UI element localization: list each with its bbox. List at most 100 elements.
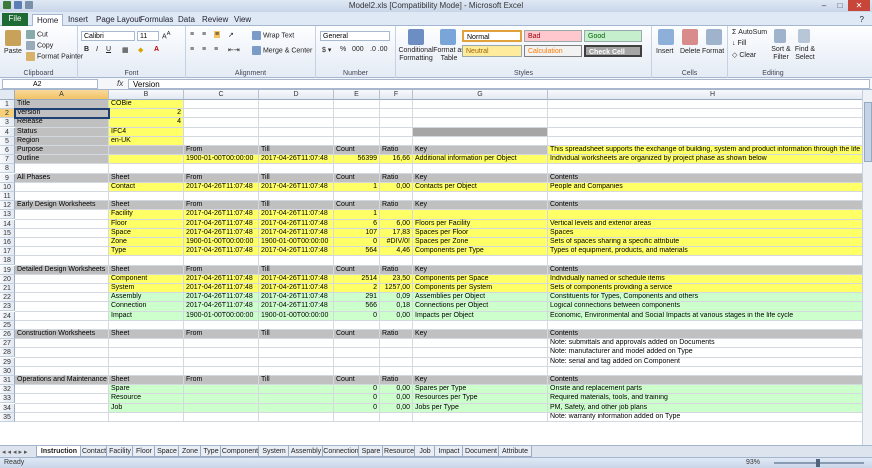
cell[interactable]: 564 [334,247,380,257]
cell[interactable] [334,164,380,174]
cell[interactable] [380,210,413,220]
cell[interactable]: Contents [548,173,872,183]
percent-icon[interactable]: % [340,46,346,53]
cell[interactable] [109,320,184,330]
borders-icon[interactable]: ▦ [122,46,129,54]
column-header-h[interactable]: H [548,90,872,100]
cell[interactable] [259,136,334,146]
maximize-icon[interactable]: □ [832,0,848,11]
cell[interactable]: Count [334,330,380,340]
cell[interactable]: 4 [109,118,184,128]
row-header[interactable]: 31 [0,376,15,385]
cell[interactable] [109,412,184,422]
decimal-icon[interactable]: .0 .00 [370,46,388,53]
cell[interactable] [380,192,413,202]
formula-input[interactable]: Version [128,79,870,89]
conditional-formatting-icon[interactable] [408,29,424,45]
row-header[interactable]: 13 [0,210,15,220]
cell[interactable] [380,366,413,376]
row-header[interactable]: 30 [0,366,15,376]
row-header[interactable]: 20 [0,274,15,284]
cell[interactable] [413,210,548,220]
cell[interactable]: Ratio [380,146,413,156]
cell[interactable]: 2017-04-26T11:07:48 [259,247,334,257]
cell[interactable]: Note: warranty information added on Type [548,413,872,422]
cell[interactable] [334,192,380,202]
cell[interactable]: 2017-04-26T11:07:48 [259,274,334,284]
cell[interactable]: 0,18 [380,302,413,312]
font-size-combo[interactable]: 11 [137,31,159,41]
copy-button[interactable]: Copy [26,41,53,50]
row-header[interactable]: 24 [0,311,15,321]
sheet-tab-facility[interactable]: Facility [106,446,134,457]
cell[interactable]: Key [413,330,548,340]
column-header-b[interactable]: B [109,90,184,100]
cell[interactable] [15,228,109,238]
cell[interactable] [15,394,109,404]
row-header[interactable]: 33 [0,394,15,404]
cell[interactable]: en-UK [109,136,184,146]
cell[interactable]: Contacts per Object [413,182,548,192]
row-header[interactable]: 12 [0,201,15,211]
cell[interactable]: 2017-04-26T11:07:48 [184,274,259,284]
indent-icon[interactable]: ⇤⇥ [228,46,240,54]
row-header[interactable]: 25 [0,320,15,330]
cell[interactable] [259,394,334,404]
cell[interactable]: 2017-04-26T11:07:48 [259,228,334,238]
cell[interactable] [184,192,259,202]
cell[interactable]: 23,50 [380,274,413,284]
cell[interactable] [184,164,259,174]
cell[interactable] [334,348,380,358]
cell[interactable]: 1257,00 [380,284,413,294]
cell[interactable]: Component [109,274,184,284]
cell[interactable] [334,339,380,349]
cell[interactable]: Note: manufacturer and model added on Ty… [548,348,872,358]
style-neutral[interactable]: Neutral [462,45,522,57]
cell[interactable] [15,238,109,248]
row-header[interactable]: 10 [0,182,15,192]
cell[interactable]: From [184,265,259,275]
cell[interactable] [413,109,548,119]
cell[interactable]: System [109,284,184,294]
cell[interactable]: 2017-04-26T11:07:48 [259,293,334,303]
align-left-icon[interactable]: ≡ [190,46,194,53]
cell[interactable]: Job [109,403,184,413]
row-header[interactable]: 7 [0,155,15,165]
cell[interactable]: Connections per Object [413,302,548,312]
conditional-formatting-button[interactable]: Conditional Formatting [398,47,434,63]
cell[interactable]: 4,46 [380,247,413,257]
cell[interactable] [413,339,548,349]
column-header-a[interactable]: A [15,90,109,100]
row-header[interactable]: 14 [0,219,15,229]
cell[interactable] [184,394,259,404]
cell[interactable]: 0 [334,394,380,404]
cell[interactable] [109,146,184,156]
row-header[interactable]: 22 [0,293,15,303]
cell[interactable] [380,348,413,358]
cell[interactable] [109,366,184,376]
cell[interactable]: 2017-04-26T11:07:48 [259,182,334,192]
cell[interactable]: Count [334,265,380,275]
row-header[interactable]: 2 [0,109,15,119]
cell[interactable]: Sheet [109,173,184,183]
cell[interactable] [334,357,380,367]
zoom-slider-knob[interactable] [816,459,820,467]
cell[interactable] [15,256,109,266]
sheet-tab-assembly[interactable]: Assembly [288,446,324,457]
cell[interactable] [259,100,334,110]
cell[interactable] [380,339,413,349]
sheet-tab-zone[interactable]: Zone [178,446,202,457]
format-as-table-button[interactable]: Format as Table [432,47,466,63]
column-header-e[interactable]: E [334,90,380,100]
delete-cells-button[interactable]: Delete [680,48,700,55]
column-header-f[interactable]: F [380,90,413,100]
cell[interactable]: Floors per Facility [413,219,548,229]
cell[interactable]: 566 [334,302,380,312]
comma-icon[interactable]: 000 [352,46,364,53]
align-middle-icon[interactable]: ≡ [202,31,206,38]
number-format-combo[interactable]: General [320,31,390,41]
cell[interactable]: This spreadsheet supports the exchange o… [548,146,872,156]
cell[interactable] [184,339,259,349]
cell[interactable] [548,256,872,266]
row-header[interactable]: 6 [0,146,15,155]
